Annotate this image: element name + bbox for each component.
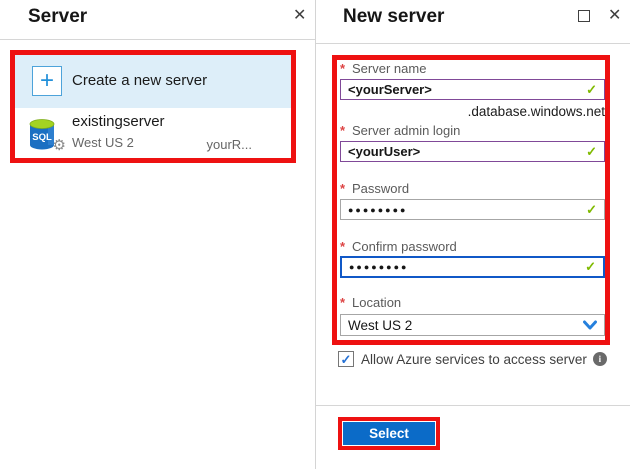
select-button[interactable]: Select: [343, 422, 435, 445]
close-icon[interactable]: ✕: [293, 7, 306, 25]
location-dropdown[interactable]: West US 2: [340, 314, 605, 336]
admin-login-label: Server admin login: [352, 123, 461, 138]
list-item-create-new-server[interactable]: + Create a new server: [15, 55, 291, 108]
required-asterisk: *: [340, 123, 346, 138]
plus-icon: +: [32, 66, 62, 96]
server-name-value: <yourServer>: [348, 82, 432, 97]
blade-title-new-server: New server: [343, 6, 445, 27]
server-resource-group-text: yourR...: [206, 137, 252, 152]
blade-title-server: Server: [28, 6, 88, 27]
server-name-input[interactable]: <yourServer> ✓: [340, 79, 605, 100]
create-server-label: Create a new server: [72, 72, 208, 89]
domain-suffix-text: .database.windows.net: [467, 104, 605, 119]
admin-login-value: <yourUser>: [348, 144, 421, 159]
allow-azure-services-label: Allow Azure services to access server: [361, 351, 587, 367]
required-asterisk: *: [340, 239, 346, 254]
location-value: West US 2: [348, 317, 413, 333]
required-asterisk: *: [340, 295, 346, 310]
valid-check-icon: ✓: [586, 81, 597, 97]
required-asterisk: *: [340, 61, 346, 76]
sql-database-icon: SQL ⚙: [28, 116, 66, 154]
info-icon[interactable]: i: [592, 352, 607, 366]
maximize-icon[interactable]: [578, 10, 590, 22]
server-location-text: West US 2: [72, 135, 134, 150]
server-name-text: existingserver: [72, 113, 165, 130]
gear-icon: ⚙: [52, 137, 66, 154]
allow-azure-services-row: ✓ Allow Azure services to access server …: [338, 351, 607, 367]
confirm-password-label: Confirm password: [352, 239, 457, 254]
valid-check-icon: ✓: [586, 143, 597, 159]
password-label: Password: [352, 181, 410, 196]
header-divider: [0, 39, 315, 40]
confirm-password-value: ●●●●●●●●: [349, 262, 409, 272]
new-server-blade: New server ✕ * Server name <yourServer> …: [315, 0, 630, 469]
required-asterisk: *: [340, 181, 346, 196]
server-blade: Server ✕ + Create a new server SQL ⚙ exi…: [0, 0, 315, 469]
password-input[interactable]: ●●●●●●●● ✓: [340, 199, 605, 220]
footer-divider: [316, 405, 630, 406]
valid-check-icon: ✓: [586, 201, 597, 217]
valid-check-icon: ✓: [585, 259, 596, 274]
azure-portal-screenshot: Server ✕ + Create a new server SQL ⚙ exi…: [0, 0, 630, 469]
confirm-password-input[interactable]: ●●●●●●●● ✓: [340, 256, 605, 278]
close-icon[interactable]: ✕: [608, 7, 621, 25]
allow-azure-services-checkbox[interactable]: ✓: [338, 351, 354, 367]
password-value: ●●●●●●●●: [348, 204, 408, 215]
server-name-label: Server name: [352, 61, 427, 76]
list-item-existing-server[interactable]: SQL ⚙ existingserver West US 2 yourR...: [15, 108, 291, 158]
sql-icon-text: SQL: [32, 132, 52, 143]
header-divider: [316, 43, 630, 44]
admin-login-input[interactable]: <yourUser> ✓: [340, 141, 605, 162]
location-label: Location: [352, 295, 402, 310]
chevron-down-icon: [583, 320, 597, 330]
